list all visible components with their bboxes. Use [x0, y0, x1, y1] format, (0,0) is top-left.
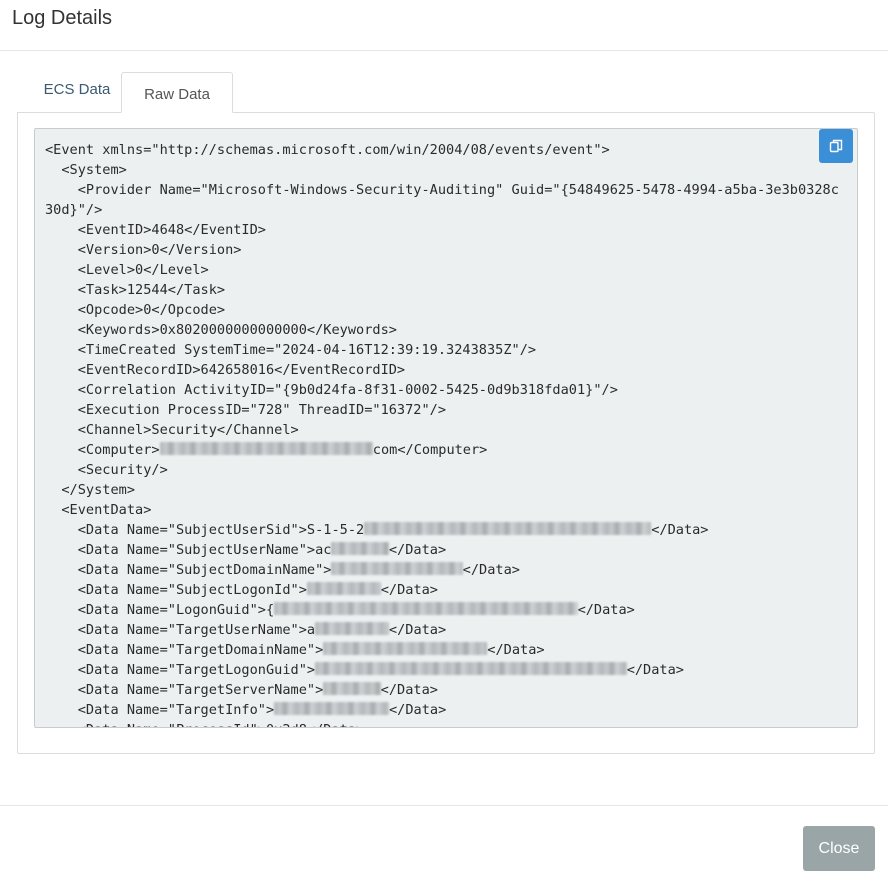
code-line: <Execution ProcessID="728" ThreadID="163… — [45, 402, 446, 418]
code-line-text: <Data Name="ProcessId">0x2d8</Data> — [45, 722, 364, 727]
code-line-text: <Data Name="TargetLogonGuid"> — [45, 662, 316, 678]
code-line: <Event xmlns="http://schemas.microsoft.c… — [45, 142, 610, 158]
tab-raw-data[interactable]: Raw Data — [121, 72, 233, 113]
raw-xml-text: <Event xmlns="http://schemas.microsoft.c… — [35, 129, 857, 727]
code-line: <Security/> — [45, 462, 168, 478]
code-line-suffix: </Data> — [626, 662, 684, 678]
code-line-text: <Computer> — [45, 442, 160, 458]
close-button[interactable]: Close — [803, 826, 875, 871]
code-line: <Data Name="TargetInfo"> </Data> — [45, 702, 446, 718]
redacted-value — [315, 622, 389, 635]
code-line: <Data Name="SubjectUserName">ac </Data> — [45, 542, 446, 558]
code-line: <Data Name="SubjectLogonId"> </Data> — [45, 582, 438, 598]
code-line-text: <System> — [45, 162, 127, 178]
code-line: <Provider Name="Microsoft-Windows-Securi… — [45, 182, 839, 218]
code-line-suffix: </Data> — [462, 562, 520, 578]
code-line-text: <Data Name="SubjectDomainName"> — [45, 562, 332, 578]
code-line-text: <Data Name="SubjectUserName">ac — [45, 542, 332, 558]
code-line: <EventID>4648</EventID> — [45, 222, 266, 238]
tab-ecs-data[interactable]: ECS Data — [25, 72, 129, 113]
redacted-value — [364, 522, 652, 535]
code-line-text: <TimeCreated SystemTime="2024-04-16T12:3… — [45, 342, 537, 358]
code-line: <Level>0</Level> — [45, 262, 209, 278]
code-line-text: <Data Name="TargetServerName"> — [45, 682, 324, 698]
copy-icon — [829, 139, 843, 153]
code-line-suffix: </Data> — [388, 622, 447, 638]
code-line: <Task>12544</Task> — [45, 282, 225, 298]
code-line: <Data Name="TargetLogonGuid"> </Data> — [45, 662, 684, 678]
modal-header: Log Details — [0, 0, 888, 51]
code-line: <Version>0</Version> — [45, 242, 242, 258]
code-line: <Data Name="LogonGuid">{ </Data> — [45, 602, 635, 618]
redacted-value — [306, 582, 381, 595]
code-line-text: <Channel>Security</Channel> — [45, 422, 299, 438]
code-line-text: <Provider Name="Microsoft-Windows-Securi… — [45, 182, 839, 218]
code-line-text: <Version>0</Version> — [45, 242, 242, 258]
code-line-text: <Data Name="TargetUserName">a — [45, 622, 316, 638]
code-line-text: <EventRecordID>642658016</EventRecordID> — [45, 362, 406, 378]
code-line: <Data Name="ProcessId">0x2d8</Data> — [45, 722, 364, 727]
code-line: <Data Name="TargetServerName"> </Data> — [45, 682, 438, 698]
code-line-text: <Level>0</Level> — [45, 262, 209, 278]
raw-data-panel: <Event xmlns="http://schemas.microsoft.c… — [17, 112, 875, 754]
code-line-text: <Security/> — [45, 462, 168, 478]
code-line: </System> — [45, 482, 135, 498]
code-line-text: <Task>12544</Task> — [45, 282, 226, 298]
code-line-text: <Correlation ActivityID="{9b0d24fa-8f31-… — [45, 382, 618, 398]
code-line: <Data Name="SubjectDomainName"> </Data> — [45, 562, 520, 578]
code-line-text: <Event xmlns="http://schemas.microsoft.c… — [45, 142, 610, 158]
tab-bar: ECS Data Raw Data — [17, 72, 875, 113]
code-line: <Opcode>0</Opcode> — [45, 302, 225, 318]
code-line: <Data Name="TargetDomainName"> </Data> — [45, 642, 545, 658]
log-details-modal: Log Details ECS Data Raw Data <Event xml… — [0, 0, 888, 884]
code-line-suffix: </Data> — [380, 582, 438, 598]
code-line-text: <Execution ProcessID="728" ThreadID="163… — [45, 402, 447, 418]
code-line-suffix: </Data> — [651, 522, 709, 538]
code-line-text: <Data Name="TargetDomainName"> — [45, 642, 324, 658]
code-line-text: <Data Name="TargetInfo"> — [45, 702, 275, 718]
code-line-text: <EventData> — [45, 502, 152, 518]
code-line-suffix: </Data> — [388, 702, 447, 718]
code-line-text: <Data Name="SubjectLogonId"> — [45, 582, 307, 598]
code-line: <TimeCreated SystemTime="2024-04-16T12:3… — [45, 342, 536, 358]
redacted-value — [331, 542, 389, 555]
redacted-value — [159, 442, 373, 455]
redacted-value — [323, 642, 488, 655]
code-line-suffix: </Data> — [380, 682, 438, 698]
modal-title: Log Details — [12, 6, 113, 29]
code-line-text: <Keywords>0x8020000000000000</Keywords> — [45, 322, 397, 338]
code-line-text: <Data Name="LogonGuid">{ — [45, 602, 275, 618]
code-line: <Keywords>0x8020000000000000</Keywords> — [45, 322, 397, 338]
code-line: <EventData> — [45, 502, 151, 518]
redacted-value — [274, 602, 578, 615]
code-line-text: </System> — [45, 482, 136, 498]
redacted-value — [331, 562, 463, 575]
code-line-suffix: com</Computer> — [372, 442, 488, 458]
code-line-text: <EventID>4648</EventID> — [45, 222, 266, 238]
code-line-suffix: </Data> — [388, 542, 447, 558]
code-line: <Computer> com</Computer> — [45, 442, 487, 458]
code-line: <Channel>Security</Channel> — [45, 422, 299, 438]
code-line: <Data Name="TargetUserName">a </Data> — [45, 622, 446, 638]
code-line-text: <Opcode>0</Opcode> — [45, 302, 226, 318]
code-line-suffix: </Data> — [487, 642, 545, 658]
code-line: <Correlation ActivityID="{9b0d24fa-8f31-… — [45, 382, 618, 398]
code-line: <EventRecordID>642658016</EventRecordID> — [45, 362, 405, 378]
copy-button[interactable] — [819, 129, 853, 163]
code-line-suffix: </Data> — [577, 602, 635, 618]
code-line-text: <Data Name="SubjectUserSid">S-1-5-2 — [45, 522, 365, 538]
modal-footer: Close — [0, 805, 888, 885]
redacted-value — [323, 682, 381, 695]
code-line: <System> — [45, 162, 127, 178]
raw-data-code-block[interactable]: <Event xmlns="http://schemas.microsoft.c… — [34, 128, 858, 728]
code-line: <Data Name="SubjectUserSid">S-1-5-2 </Dat… — [45, 522, 709, 538]
redacted-value — [315, 662, 627, 675]
redacted-value — [274, 702, 389, 715]
